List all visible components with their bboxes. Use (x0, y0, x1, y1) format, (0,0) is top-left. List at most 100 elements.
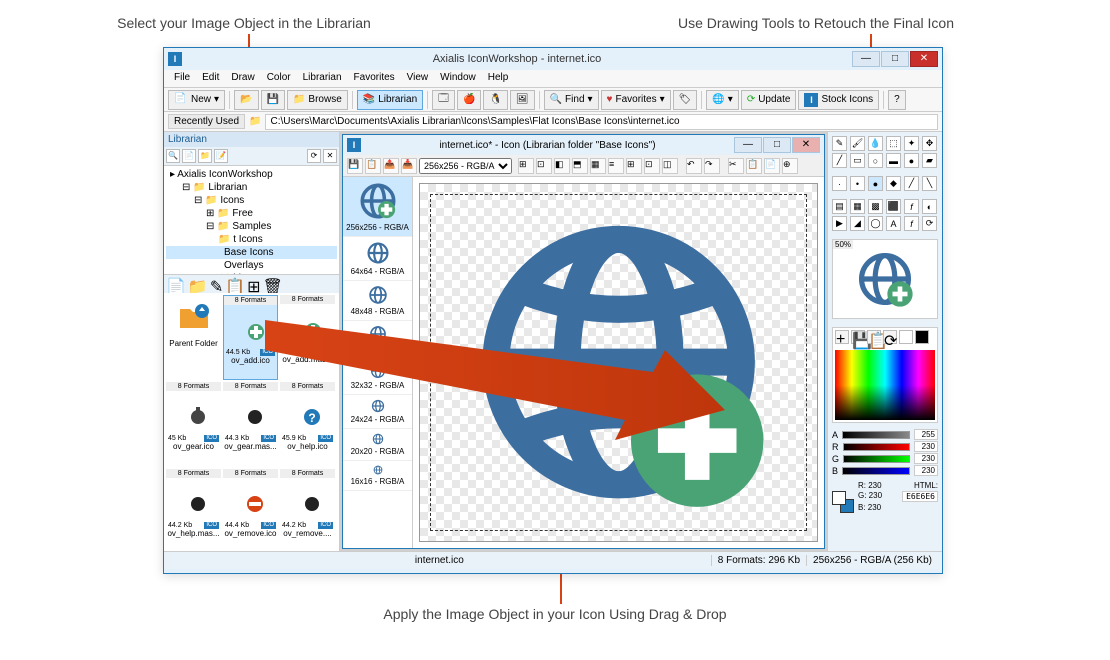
save-button[interactable]: 💾 (261, 90, 285, 110)
tool-move[interactable]: ✥ (922, 136, 937, 151)
val-g[interactable]: 230 (914, 453, 938, 464)
tool-frect[interactable]: ▬ (886, 153, 901, 168)
et-12[interactable]: ◫ (662, 158, 678, 174)
sw-black[interactable] (915, 330, 929, 344)
tool-fellipse[interactable]: ● (904, 153, 919, 168)
lib-tb-6[interactable]: ✕ (323, 149, 337, 163)
tree-root[interactable]: ▸ Axialis IconWorkshop (166, 168, 337, 181)
tool-text[interactable]: A (886, 216, 901, 231)
et-13[interactable]: ⊕ (782, 158, 798, 174)
slider-a[interactable] (842, 431, 910, 439)
tool-fill[interactable]: ▰ (922, 153, 937, 168)
maximize-button[interactable]: □ (881, 51, 909, 67)
et-8[interactable]: ⬒ (572, 158, 588, 174)
help-tb-button[interactable]: ? (888, 90, 906, 110)
size-item-1[interactable]: 64x64 - RGB/A (343, 237, 412, 281)
close-button[interactable]: ✕ (910, 51, 938, 67)
canvas[interactable] (419, 183, 818, 542)
slider-b[interactable] (842, 467, 910, 475)
new-button[interactable]: 📄New▾ (168, 90, 225, 110)
tool-brush[interactable]: 🖌 (850, 136, 865, 151)
file-cell-1[interactable]: 8 Formats44.5 KbICOov_add.ico (223, 295, 278, 380)
sw-white[interactable] (899, 330, 913, 344)
slider-g[interactable] (843, 455, 910, 463)
tool-wand[interactable]: ✦ (904, 136, 919, 151)
editor-close[interactable]: ✕ (792, 137, 820, 153)
tool-fx4[interactable]: ◐ (922, 199, 937, 214)
brush-3[interactable]: ● (868, 176, 883, 191)
tool-pencil[interactable]: ✎ (832, 136, 847, 151)
editor-min[interactable]: — (734, 137, 762, 153)
val-a[interactable]: 255 (914, 429, 938, 440)
lf-tb-6[interactable]: 🗑 (263, 277, 283, 291)
menu-window[interactable]: Window (434, 70, 482, 87)
html-value[interactable]: E6E6E6 (902, 491, 938, 502)
menu-view[interactable]: View (401, 70, 435, 87)
size-item-6[interactable]: 20x20 - RGB/A (343, 429, 412, 461)
tool-shape[interactable]: ◢ (850, 216, 865, 231)
librarian-button[interactable]: 📚Librarian (357, 90, 423, 110)
color-picker[interactable] (835, 350, 935, 420)
size-item-0[interactable]: 256x256 - RGB/A (343, 177, 412, 237)
tool-fx6[interactable]: ⟳ (922, 216, 937, 231)
lf-tb-3[interactable]: ✎ (210, 277, 223, 291)
open-button[interactable]: 📂 (234, 90, 258, 110)
file-cell-6[interactable]: 8 Formats44.2 KbICOov_help.mas... (166, 469, 221, 551)
tree-base-icons[interactable]: Base Icons (166, 246, 337, 259)
menu-file[interactable]: File (168, 70, 196, 87)
et-9[interactable]: ≡ (608, 158, 624, 174)
tool-fx3[interactable]: f (904, 199, 919, 214)
sw-1[interactable]: + (835, 330, 849, 344)
stock-icons-button[interactable]: IStock Icons (798, 90, 879, 110)
minimize-button[interactable]: — (852, 51, 880, 67)
menu-librarian[interactable]: Librarian (297, 70, 348, 87)
update-button[interactable]: ⟳Update (741, 90, 797, 110)
sw-2[interactable]: 💾 (851, 330, 865, 344)
tool-fx5[interactable]: f (904, 216, 919, 231)
tree-librarian[interactable]: ⊟ 📁 Librarian (166, 181, 337, 194)
lf-tb-5[interactable]: ⊞ (247, 277, 260, 291)
et-7[interactable]: ◧ (554, 158, 570, 174)
size-item-2[interactable]: 48x48 - RGB/A (343, 281, 412, 321)
editor-max[interactable]: □ (763, 137, 791, 153)
size-selector[interactable]: 256x256 - RGB/A (419, 158, 512, 174)
et-4[interactable]: 📥 (401, 158, 417, 174)
file-cell-4[interactable]: 8 Formats44.3 KbICOov_gear.mas... (223, 382, 278, 467)
file-cell-7[interactable]: 8 Formats44.4 KbICOov_remove.ico (223, 469, 278, 551)
et-paste[interactable]: 📄 (764, 158, 780, 174)
lf-tb-2[interactable]: 📁 (188, 277, 208, 291)
et-grid[interactable]: ▦ (590, 158, 606, 174)
tool-new-mac[interactable]: 🍎 (457, 90, 481, 110)
path-input[interactable] (265, 114, 938, 130)
tool-fx2[interactable]: ⬛ (886, 199, 901, 214)
tool-new-img[interactable]: 🖼 (510, 90, 535, 110)
et-11[interactable]: ⊡ (644, 158, 660, 174)
tool-select[interactable]: ⬚ (886, 136, 901, 151)
lf-tb-1[interactable]: 📄 (166, 277, 186, 291)
brush-2[interactable]: • (850, 176, 865, 191)
size-item-3[interactable]: 40x40 - RGB/A (343, 321, 412, 359)
tag-button[interactable]: 🏷 (673, 90, 698, 110)
sw-3[interactable]: 📋 (867, 330, 881, 344)
tree-icons[interactable]: ⊟ 📁 Icons (166, 194, 337, 207)
tool-grad[interactable]: ▤ (832, 199, 847, 214)
et-save[interactable]: 💾 (347, 158, 363, 174)
browse-button[interactable]: 📁Browse (287, 90, 348, 110)
tree-free[interactable]: ⊞ 📁 Free (166, 207, 337, 220)
et-cut[interactable]: ✂ (728, 158, 744, 174)
lib-tb-1[interactable]: 🔍 (166, 149, 180, 163)
file-cell-5[interactable]: 8 Formats?45.9 KbICOov_help.ico (280, 382, 335, 467)
lib-tb-4[interactable]: 📝 (214, 149, 228, 163)
fg-color[interactable] (832, 491, 846, 505)
et-undo[interactable]: ↶ (686, 158, 702, 174)
file-cell-3[interactable]: 8 Formats45 KbICOov_gear.ico (166, 382, 221, 467)
tree-samples[interactable]: ⊟ 📁 Samples (166, 220, 337, 233)
find-button[interactable]: 🔍Find▾ (544, 90, 599, 110)
size-list[interactable]: 256x256 - RGB/A64x64 - RGB/A48x48 - RGB/… (343, 177, 413, 548)
tool-fx1[interactable]: ▩ (868, 199, 883, 214)
menu-color[interactable]: Color (261, 70, 297, 87)
tool-eyedrop[interactable]: 💧 (868, 136, 883, 151)
size-item-5[interactable]: 24x24 - RGB/A (343, 395, 412, 429)
lib-tb-5[interactable]: ⟳ (307, 149, 321, 163)
brush-6[interactable]: ╲ (922, 176, 937, 191)
